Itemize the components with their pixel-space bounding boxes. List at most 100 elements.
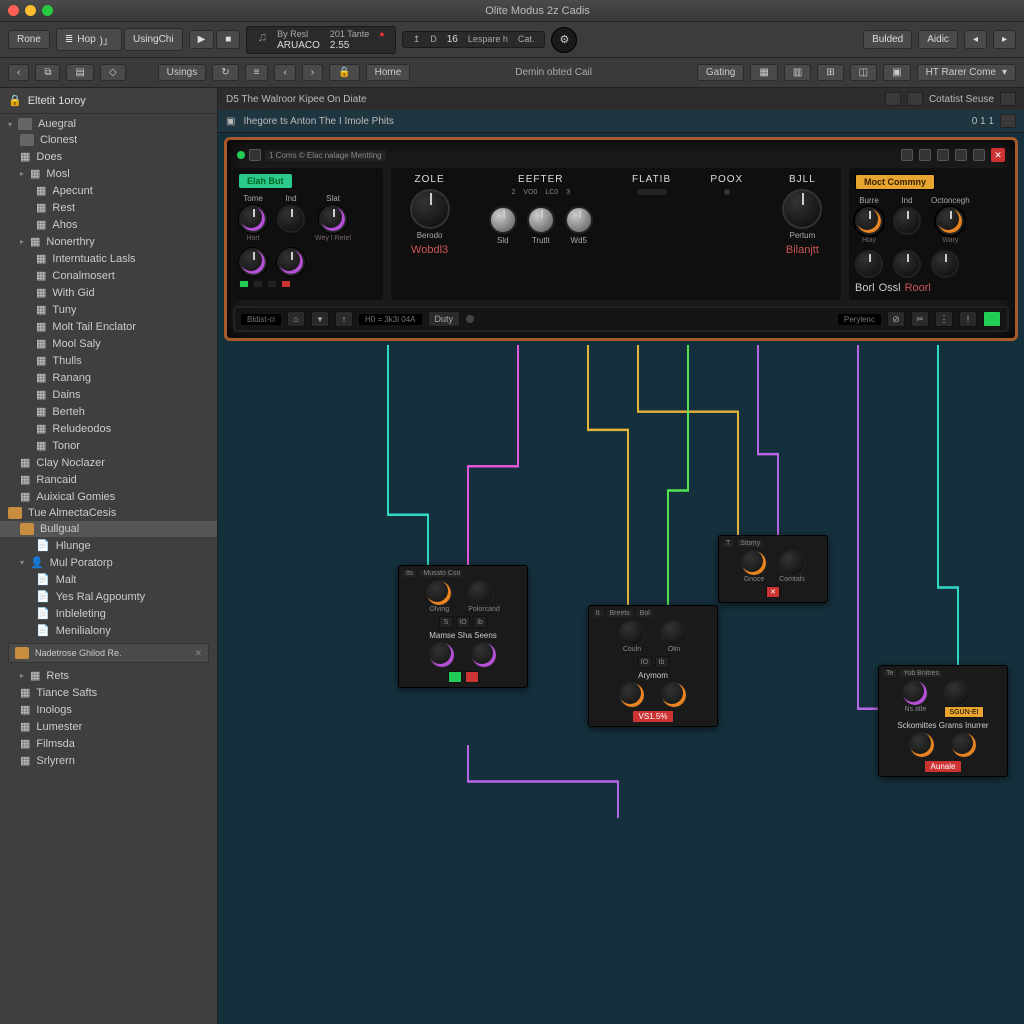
view-button-4[interactable]: ◫ <box>850 64 877 81</box>
close-rack-button[interactable]: ✕ <box>991 148 1005 162</box>
next-button[interactable]: › <box>302 64 323 81</box>
close-window-icon[interactable] <box>8 5 19 16</box>
bulded-button[interactable]: Bulded <box>863 30 912 49</box>
panel-button-1[interactable]: ⧉ <box>35 64 60 81</box>
tree-item[interactable]: ▾👤Mul Poratorp <box>0 554 217 571</box>
zoom-window-icon[interactable] <box>42 5 53 16</box>
node-graph[interactable]: ItsMussto Cso Olving Polorcand SIOIb Mam… <box>218 345 1024 1024</box>
up-button[interactable]: ↑ <box>335 311 353 327</box>
preset-dropdown[interactable]: HT Rarer Come▾ <box>917 64 1016 81</box>
tree-item[interactable]: ▦Thulls <box>0 352 217 369</box>
tree-item[interactable]: ▦Does <box>0 148 217 165</box>
tome-knob[interactable]: TomeHort <box>239 194 267 242</box>
knob[interactable] <box>468 580 494 606</box>
home-icon[interactable]: ⌂ <box>287 311 305 327</box>
wd5-knob[interactable]: Wd5 <box>565 206 593 245</box>
confirm-button[interactable] <box>983 311 1001 327</box>
minimize-window-icon[interactable] <box>25 5 36 16</box>
using-button[interactable]: UsingChi <box>124 28 183 51</box>
bjll-knob[interactable]: Pertum <box>782 189 822 240</box>
knob[interactable] <box>426 580 452 606</box>
gating-button[interactable]: Gating <box>697 64 744 81</box>
tree-folder[interactable]: ▾Auegral <box>0 116 217 132</box>
button[interactable]: ⋮ <box>935 311 953 327</box>
knob[interactable] <box>893 250 921 278</box>
button[interactable]: Ib <box>473 616 487 628</box>
prev-button[interactable]: ‹ <box>274 64 295 81</box>
tree-folder[interactable]: Tue AlmectaCesis <box>0 505 217 521</box>
hop-button[interactable]: ≣Hop)」 <box>56 28 122 51</box>
tree-item[interactable]: Clonest <box>0 132 217 148</box>
aidic-button[interactable]: Aidic <box>918 30 958 49</box>
rack-button[interactable] <box>955 149 967 161</box>
dropdown-button[interactable]: ▾ <box>311 311 329 327</box>
header-button[interactable] <box>1000 114 1016 128</box>
lock-button[interactable]: 🔒 <box>329 64 359 81</box>
close-icon[interactable]: ✕ <box>194 648 202 659</box>
header-button[interactable] <box>907 92 923 106</box>
tree-item[interactable]: Bullgual <box>0 521 217 537</box>
home-button[interactable]: Home <box>366 64 411 81</box>
button[interactable] <box>465 671 479 683</box>
tree-item[interactable]: ▦Clay Noclazer <box>0 454 217 471</box>
tree-item[interactable]: ▦Rancaid <box>0 471 217 488</box>
node-stomy[interactable]: TStomy Gnoce Comtals ✕ <box>718 535 828 603</box>
list-button[interactable]: ≡ <box>245 64 269 81</box>
button[interactable]: S <box>439 616 453 628</box>
panel-button-2[interactable]: ▤ <box>66 64 93 81</box>
nav-left-button[interactable]: ◂ <box>964 30 987 49</box>
node-mamse[interactable]: ItsMussto Cso Olving Polorcand SIOIb Mam… <box>398 565 528 688</box>
tree-item[interactable]: ▦Srlyrern <box>0 752 217 769</box>
tree-item[interactable]: ▦Reludeodos <box>0 420 217 437</box>
play-button[interactable]: ▶ <box>189 30 215 49</box>
knob[interactable] <box>951 732 977 758</box>
slat-knob[interactable]: SlatWey l·Retel <box>315 194 351 242</box>
tree-item[interactable]: ▦With Gid <box>0 284 217 301</box>
tree-item[interactable]: ▦Ahos <box>0 216 217 233</box>
tree-item[interactable]: ▸▦Nonerthry <box>0 233 217 250</box>
view-button-1[interactable]: ▦ <box>750 64 777 81</box>
rack-button[interactable] <box>919 149 931 161</box>
tree-item[interactable]: ▦Tuny <box>0 301 217 318</box>
back-button[interactable]: ‹ <box>8 64 29 81</box>
header-button[interactable] <box>1000 92 1016 106</box>
usings-button[interactable]: Usings <box>158 64 207 81</box>
ind-knob[interactable]: Ind <box>277 194 305 242</box>
trutlt-knob[interactable]: Trutlt <box>527 206 555 245</box>
refresh-button[interactable]: ↻ <box>212 64 238 81</box>
button[interactable]: ✕ <box>766 586 780 598</box>
knob[interactable] <box>239 248 267 276</box>
tree-item[interactable]: ▦Apecunt <box>0 182 217 199</box>
node-sckomittes[interactable]: TeYob Bnitres Ns atle SGUN-EI Sckomittes… <box>878 665 1008 777</box>
button[interactable]: IO <box>638 656 652 668</box>
button[interactable]: ! <box>959 311 977 327</box>
nav-right-button[interactable]: ▸ <box>993 30 1016 49</box>
duty-button[interactable]: Duty <box>428 311 461 327</box>
tree-item[interactable]: ▦Interntuatic Lasls <box>0 250 217 267</box>
badge[interactable]: Aunale <box>925 761 962 772</box>
tree-item[interactable]: ▦Tonor <box>0 437 217 454</box>
cut-icon[interactable]: ✂ <box>911 311 929 327</box>
knob[interactable] <box>619 620 645 646</box>
tree-item[interactable]: ▦Dains <box>0 386 217 403</box>
knob[interactable] <box>909 732 935 758</box>
knob[interactable] <box>661 620 687 646</box>
tree-item[interactable]: ▦Conalmosert <box>0 267 217 284</box>
burre-knob[interactable]: BurreHlay <box>855 196 883 244</box>
view-button-2[interactable]: ▥ <box>784 64 811 81</box>
rack-button[interactable] <box>249 149 261 161</box>
button[interactable]: IO <box>456 616 470 628</box>
tree-item[interactable]: ▸▦Mosl <box>0 165 217 182</box>
button[interactable]: Ib <box>655 656 669 668</box>
button[interactable]: ⊘ <box>887 311 905 327</box>
rack-button[interactable] <box>937 149 949 161</box>
sld-knob[interactable]: Sld <box>489 206 517 245</box>
rone-button[interactable]: Rone <box>8 30 50 49</box>
button[interactable] <box>448 671 462 683</box>
tree-item[interactable]: ▦Berteh <box>0 403 217 420</box>
knob[interactable] <box>855 250 883 278</box>
knob[interactable] <box>944 680 970 706</box>
tree-item[interactable]: 📄Menilialony <box>0 622 217 639</box>
knob[interactable] <box>661 682 687 708</box>
tree-item[interactable]: ▦Ranang <box>0 369 217 386</box>
